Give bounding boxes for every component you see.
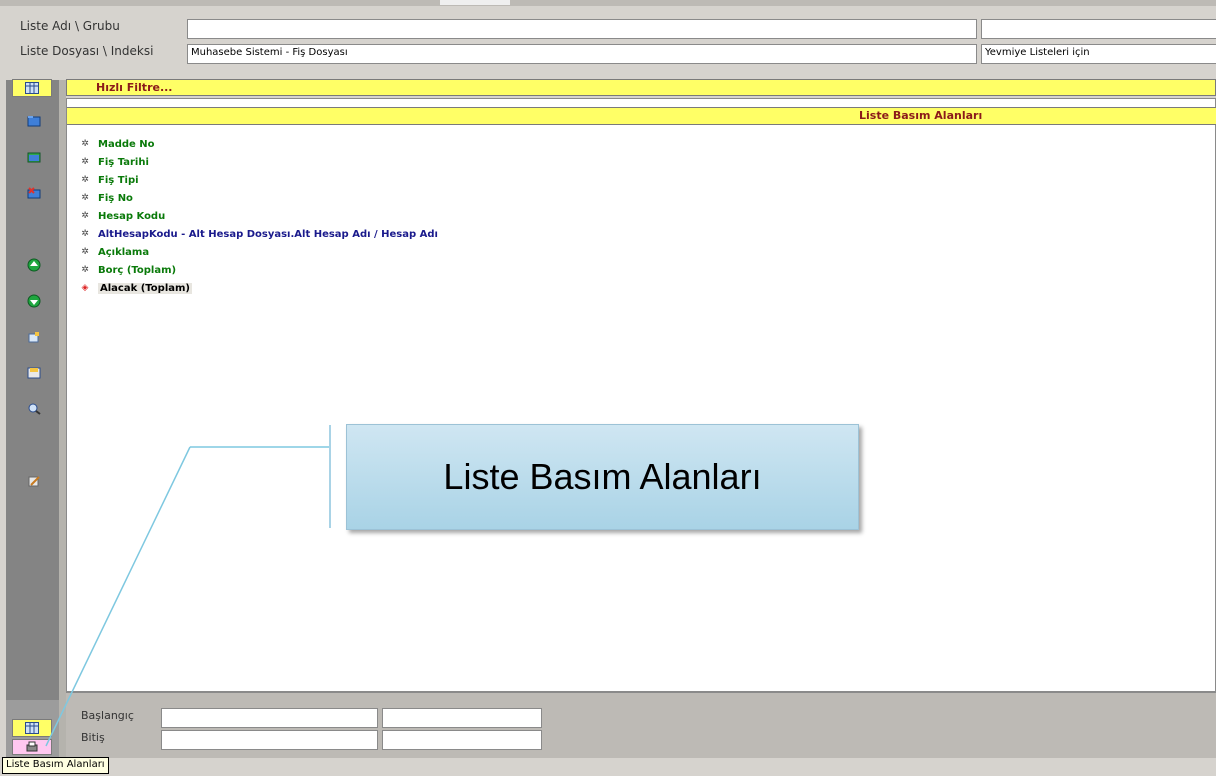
field-list-item-label: Hesap Kodu xyxy=(98,210,166,222)
field-list-item-label: Madde No xyxy=(98,138,155,150)
quick-filter-label: Hızlı Filtre... xyxy=(96,81,173,94)
field-list-item[interactable]: ✲ Fiş No xyxy=(78,189,1198,207)
bullet-icon: ✲ xyxy=(81,247,89,257)
delete-button[interactable] xyxy=(23,184,45,202)
toolbar-separator xyxy=(59,80,66,758)
start-field-2[interactable] xyxy=(382,708,542,728)
field-list-item-label: AltHesapKodu - Alt Hesap Dosyası.Alt Hes… xyxy=(98,228,438,240)
bullet-icon: ✲ xyxy=(81,175,89,185)
panel-title: Liste Basım Alanları xyxy=(859,109,983,122)
quick-filter-bar[interactable]: Hızlı Filtre... xyxy=(66,79,1216,96)
save-button[interactable] xyxy=(23,364,45,382)
delete-icon xyxy=(27,187,41,199)
field-list-item[interactable]: ✲ Borç (Toplam) xyxy=(78,261,1198,279)
field-list-item-label: Fiş No xyxy=(98,192,133,204)
tooltip: Liste Basım Alanları xyxy=(2,757,109,774)
save-icon xyxy=(27,367,41,379)
grid-view-button[interactable] xyxy=(12,79,52,97)
start-field[interactable] xyxy=(161,708,378,728)
print-icon xyxy=(26,741,38,752)
top-border xyxy=(0,0,1216,6)
fields-list: ✲ Madde No ✲ Fiş Tarihi ✲ Fiş Tipi ✲ Fiş No ✲ Hes… xyxy=(78,135,1198,685)
pencil-icon xyxy=(28,476,40,487)
field-list-item-label: Borç (Toplam) xyxy=(98,264,177,276)
field-list-item-label: Alacak (Toplam) xyxy=(98,282,192,294)
field-list-item[interactable]: ✲ Fiş Tipi xyxy=(78,171,1198,189)
list-name-field[interactable] xyxy=(187,19,977,39)
list-group-field[interactable] xyxy=(981,19,1216,39)
bullet-icon: ✲ xyxy=(81,139,89,149)
search-button[interactable] xyxy=(23,400,45,418)
edit-icon xyxy=(28,332,39,343)
field-list-item-label: Fiş Tarihi xyxy=(98,156,149,168)
bullet-icon: ✲ xyxy=(81,157,89,167)
bullet-icon: ✲ xyxy=(81,265,89,275)
start-label: Başlangıç xyxy=(81,709,134,722)
bullet-icon: ✲ xyxy=(81,229,89,239)
list-file-label: Liste Dosyası \ Indeksi xyxy=(20,44,154,58)
left-toolbar xyxy=(6,80,59,700)
grid-view-bottom-button[interactable] xyxy=(12,719,52,737)
arrow-up-icon xyxy=(27,258,41,272)
end-field[interactable] xyxy=(161,730,378,750)
selected-bullet-icon: ◈ xyxy=(81,283,89,293)
field-list-item[interactable]: ✲ Açıklama xyxy=(78,243,1198,261)
field-list-item[interactable]: ◈ Alacak (Toplam) xyxy=(78,279,1198,297)
bullet-icon: ✲ xyxy=(81,193,89,203)
grid-icon xyxy=(25,82,39,94)
field-list-item[interactable]: ✲ Madde No xyxy=(78,135,1198,153)
folder-open-icon xyxy=(27,116,41,127)
folder-new-icon xyxy=(27,152,41,163)
field-list-item-label: Fiş Tipi xyxy=(98,174,139,186)
field-list-item[interactable]: ✲ Fiş Tarihi xyxy=(78,153,1198,171)
fields-panel: Liste Basım Alanları ✲ Madde No ✲ Fiş Tarih… xyxy=(66,98,1216,692)
callout-box: Liste Basım Alanları xyxy=(346,424,859,530)
list-file-field[interactable]: Muhasebe Sistemi - Fiş Dosyası xyxy=(187,44,977,64)
list-name-label: Liste Adı \ Grubu xyxy=(20,19,120,33)
properties-button[interactable] xyxy=(23,472,45,490)
open-button[interactable] xyxy=(23,112,45,130)
arrow-down-icon xyxy=(27,294,41,308)
edit-button[interactable] xyxy=(23,328,45,346)
end-label: Bitiş xyxy=(81,731,105,744)
new-button[interactable] xyxy=(23,148,45,166)
panel-title-bar: Liste Basım Alanları xyxy=(67,107,1216,125)
grid-icon-bottom xyxy=(25,722,39,734)
move-up-button[interactable] xyxy=(23,256,45,274)
move-down-button[interactable] xyxy=(23,292,45,310)
field-list-item-label: Açıklama xyxy=(98,246,150,258)
scroll-thumb-top xyxy=(440,0,510,5)
bullet-icon: ✲ xyxy=(81,211,89,221)
print-fields-button[interactable] xyxy=(12,739,52,755)
list-index-field[interactable]: Yevmiye Listeleri için xyxy=(981,44,1216,64)
field-list-item[interactable]: ✲ AltHesapKodu - Alt Hesap Dosyası.Alt He… xyxy=(78,225,1198,243)
field-list-item[interactable]: ✲ Hesap Kodu xyxy=(78,207,1198,225)
search-icon xyxy=(28,403,41,415)
end-field-2[interactable] xyxy=(382,730,542,750)
